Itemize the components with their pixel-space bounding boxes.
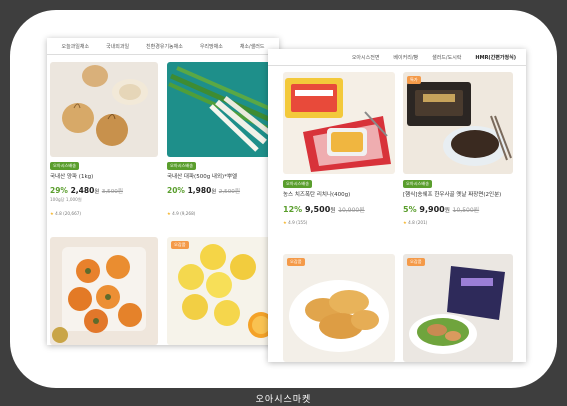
product-card-salad[interactable]: 오감품 xyxy=(403,254,513,362)
badge: 오감품 xyxy=(407,258,425,266)
product-card-onion[interactable]: 오아시스배송 국내산 양파 (1kg) 29% 2,480원 3,500원 10… xyxy=(50,62,158,222)
rating-score: 4.9 xyxy=(172,211,179,216)
sale-price: 1,980 xyxy=(187,186,212,195)
tab-salad[interactable]: 채소/샐러드 xyxy=(240,43,265,50)
product-card-green-onion[interactable]: 오아시스배송 국내산 대파(500g 내외)*뿌엘 20% 1,980원 2,5… xyxy=(167,62,275,222)
tab-local-vegetable[interactable]: 우리땅채소 xyxy=(200,43,223,50)
special-price-badge: 특가 xyxy=(407,76,421,84)
tab-organic-vegetable[interactable]: 친환경유기농채소 xyxy=(146,43,183,50)
product-card-cheese-lasagna[interactable]: 오아시스배송 농스 치즈폭탄 리치나(400g) 12% 9,500원 10,9… xyxy=(283,72,395,237)
product-name[interactable]: 국내산 대파(500g 내외)*뿌엘 xyxy=(167,172,237,180)
product-name[interactable]: 국내산 양파 (1kg) xyxy=(50,172,93,180)
rating-score: 4.9 xyxy=(288,220,295,225)
original-price: 3,500원 xyxy=(101,189,124,195)
star-icon: ★ xyxy=(167,211,171,216)
price-line: 20% 1,980원 2,500원 xyxy=(167,186,240,195)
unit-price: 100g당 1,000원 xyxy=(50,197,82,202)
product-card-persimmon[interactable] xyxy=(50,237,158,345)
category-tabs: 오아시스전면 베이커리/빵 샐러드/도시락 HMR(간편가정식) xyxy=(268,49,526,66)
hmr-page: 오아시스전면 베이커리/빵 샐러드/도시락 HMR(간편가정식) 오아시스배송 … xyxy=(268,49,526,362)
product-image-jjajangmyeon[interactable] xyxy=(403,72,513,174)
price-line: 29% 2,480원 3,500원 xyxy=(50,186,123,195)
rating: ★ 4.9 (9,268) xyxy=(167,211,195,216)
product-image-onion[interactable] xyxy=(50,62,158,157)
tab-fruit[interactable]: 국내외과일 xyxy=(106,43,129,50)
tab-today-produce[interactable]: 오늘과일채소 xyxy=(61,43,89,50)
tab-bakery[interactable]: 베이커리/빵 xyxy=(393,54,418,61)
tab-oasis-main[interactable]: 오아시스전면 xyxy=(352,54,380,61)
star-icon: ★ xyxy=(50,211,54,216)
star-icon: ★ xyxy=(403,220,407,225)
price-line: 5% 9,900원 10,500원 xyxy=(403,205,479,214)
product-name[interactable]: 농스 치즈폭탄 리치나(400g) xyxy=(283,190,350,198)
product-image-fried-chicken[interactable] xyxy=(283,254,395,362)
review-count: (155) xyxy=(296,220,308,225)
product-image-green-onion[interactable] xyxy=(167,62,275,157)
price-unit: 원 xyxy=(211,189,217,195)
product-image-persimmon[interactable] xyxy=(50,237,158,345)
tab-salad-lunchbox[interactable]: 샐러드/도시락 xyxy=(432,54,461,61)
fruit-vegetable-page: 오늘과일채소 국내외과일 친환경유기농채소 우리땅채소 채소/샐러드 오아시스배… xyxy=(47,38,279,345)
price-unit: 원 xyxy=(330,208,336,214)
delivery-tag: 오아시스배송 xyxy=(283,180,313,188)
badge: 오감품 xyxy=(171,241,189,249)
badge: 오감품 xyxy=(287,258,305,266)
product-image-salad[interactable] xyxy=(403,254,513,362)
product-card-fried-chicken[interactable]: 오감품 xyxy=(283,254,395,362)
discount-rate: 12% xyxy=(283,205,303,214)
product-card-jjajangmyeon[interactable]: 특가 오아시스배송 [햄식]송쉐프 한우사골 옛날 짜장면(2인분) 5% 9,… xyxy=(403,72,513,237)
original-price: 10,500원 xyxy=(452,207,480,214)
discount-rate: 29% xyxy=(50,186,68,195)
original-price: 2,500원 xyxy=(218,189,241,195)
image-caption: 오아시스마켓 xyxy=(255,395,312,405)
rating: ★ 4.8 (20,667) xyxy=(50,211,81,216)
delivery-tag: 오아시스배송 xyxy=(50,162,80,170)
price-line: 12% 9,500원 10,900원 xyxy=(283,205,365,214)
tab-hmr[interactable]: HMR(간편가정식) xyxy=(475,54,516,61)
product-image-citrus[interactable] xyxy=(167,237,275,345)
product-image-cheese-lasagna[interactable] xyxy=(283,72,395,174)
rating-score: 4.8 xyxy=(55,211,62,216)
review-count: (9,268) xyxy=(180,211,196,216)
category-tabs: 오늘과일채소 국내외과일 친환경유기농채소 우리땅채소 채소/샐러드 xyxy=(47,38,279,55)
price-unit: 원 xyxy=(94,189,100,195)
sale-price: 9,500 xyxy=(304,205,331,214)
discount-rate: 20% xyxy=(167,186,185,195)
discount-rate: 5% xyxy=(403,205,417,214)
product-name[interactable]: [햄식]송쉐프 한우사골 옛날 짜장면(2인분) xyxy=(403,190,501,198)
price-unit: 원 xyxy=(444,208,450,214)
delivery-tag: 오아시스배송 xyxy=(167,162,197,170)
product-card-citrus[interactable]: 오감품 xyxy=(167,237,275,345)
sale-price: 9,900 xyxy=(419,205,445,214)
rating: ★ 4.8 (201) xyxy=(403,220,427,225)
sale-price: 2,480 xyxy=(70,186,95,195)
rating-score: 4.8 xyxy=(408,220,415,225)
review-count: (201) xyxy=(416,220,428,225)
rating: ★ 4.9 (155) xyxy=(283,220,307,225)
star-icon: ★ xyxy=(283,220,287,225)
original-price: 10,900원 xyxy=(338,207,365,214)
review-count: (20,667) xyxy=(63,211,82,216)
delivery-tag: 오아시스배송 xyxy=(403,180,433,188)
